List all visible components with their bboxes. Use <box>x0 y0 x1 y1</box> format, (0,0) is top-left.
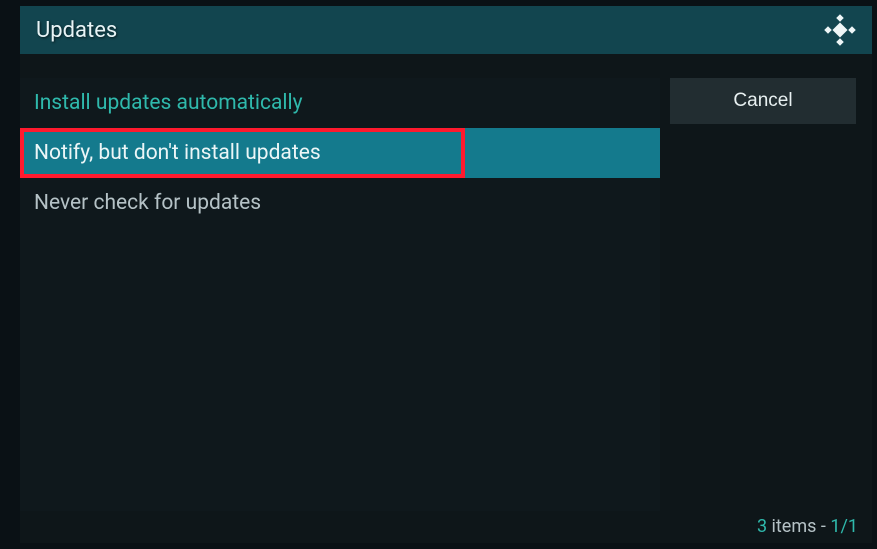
option-never-check[interactable]: Never check for updates <box>20 178 660 228</box>
dialog-title: Updates <box>36 18 117 43</box>
updates-dialog: Updates Install updates automatically No… <box>20 6 872 543</box>
option-install-automatically[interactable]: Install updates automatically <box>20 78 660 128</box>
footer-items-word: items - <box>767 516 830 537</box>
option-label: Never check for updates <box>34 191 261 215</box>
dialog-body: Install updates automatically Notify, bu… <box>20 54 872 543</box>
kodi-logo-icon <box>824 14 856 46</box>
cancel-button[interactable]: Cancel <box>670 78 856 124</box>
dialog-titlebar: Updates <box>20 6 872 54</box>
option-notify-only[interactable]: Notify, but don't install updates <box>20 128 660 178</box>
option-label: Notify, but don't install updates <box>34 141 321 165</box>
options-list: Install updates automatically Notify, bu… <box>20 78 660 511</box>
footer-count: 3 <box>757 516 767 537</box>
option-label: Install updates automatically <box>34 91 303 115</box>
dialog-sidebar: Cancel <box>670 78 856 124</box>
footer-page: 1/1 <box>830 516 858 537</box>
footer-status: 3 items - 1/1 <box>757 516 858 537</box>
cancel-button-label: Cancel <box>733 90 792 112</box>
